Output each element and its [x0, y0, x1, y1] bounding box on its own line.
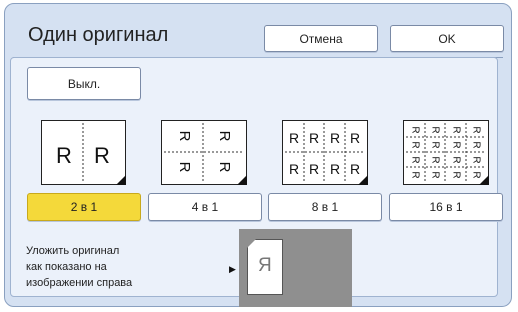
layout-8in1-icon[interactable]: R R R R R R R R: [282, 120, 368, 185]
layout-glyph: R: [429, 156, 440, 163]
cancel-button[interactable]: Отмена: [264, 25, 378, 52]
layout-glyph: R: [450, 141, 461, 148]
layout-8in1-button[interactable]: 8 в 1: [268, 193, 382, 221]
layout-8in1-drawing: R R R R R R R R: [285, 123, 364, 181]
page-fold-icon: [479, 175, 489, 185]
layout-glyph: R: [350, 130, 360, 146]
layout-16in1-icon[interactable]: RRRRRRRRRRRRRRRR: [403, 120, 489, 185]
layout-glyph: R: [409, 156, 420, 163]
original-sheet: Я: [247, 239, 283, 295]
off-button[interactable]: Выкл.: [27, 67, 141, 100]
layout-glyph: R: [450, 156, 461, 163]
arrow-right-icon: ▶: [229, 264, 236, 274]
layout-4in1-icon[interactable]: R R R R: [161, 120, 247, 185]
original-placement-preview: Я: [239, 229, 352, 307]
layout-glyph: R: [176, 162, 193, 173]
layout-4in1-drawing: R R R R: [164, 123, 243, 181]
layout-glyph: R: [429, 141, 440, 148]
layout-glyph: R: [330, 130, 340, 146]
layout-glyph: R: [450, 171, 461, 178]
layout-glyph: R: [176, 131, 193, 142]
placement-instruction: Уложить оригинал как показано на изображ…: [26, 245, 133, 289]
layout-glyph: R: [470, 156, 481, 163]
page-corner-icon: [247, 239, 256, 248]
layout-glyph: R: [330, 161, 340, 177]
layout-glyph: R: [309, 161, 319, 177]
layout-glyph: R: [470, 126, 481, 133]
layout-glyph: R: [289, 161, 299, 177]
preview-letter: Я: [258, 255, 272, 276]
page-fold-icon: [358, 175, 368, 185]
page-fold-icon: [116, 175, 126, 185]
layout-16in1-drawing: R R R RR R R RR R R RR R R R: [406, 123, 485, 181]
layout-glyph: R: [409, 141, 420, 148]
layout-glyph: R: [289, 130, 299, 146]
layout-glyph: R: [216, 131, 233, 142]
dialog-title: Один оригинал: [28, 24, 169, 46]
layout-glyph: R: [56, 143, 72, 168]
layout-glyph: R: [429, 126, 440, 133]
layout-glyph: R: [470, 141, 481, 148]
layout-glyph: R: [429, 171, 440, 178]
layout-glyph: R: [409, 126, 420, 133]
layout-4in1-button[interactable]: 4 в 1: [148, 193, 262, 221]
layout-glyph: R: [216, 162, 233, 173]
layout-glyph: R: [94, 143, 110, 168]
layout-2in1-icon[interactable]: R R: [41, 120, 126, 185]
page-fold-icon: [237, 175, 247, 185]
layout-glyph: R: [309, 130, 319, 146]
layout-2in1-drawing: R R: [56, 123, 110, 181]
ok-button[interactable]: OK: [390, 25, 504, 52]
layout-2in1-button[interactable]: 2 в 1: [27, 193, 141, 221]
layout-16in1-button[interactable]: 16 в 1: [389, 193, 503, 221]
layout-glyph: R: [409, 171, 420, 178]
layout-glyph: R: [450, 126, 461, 133]
